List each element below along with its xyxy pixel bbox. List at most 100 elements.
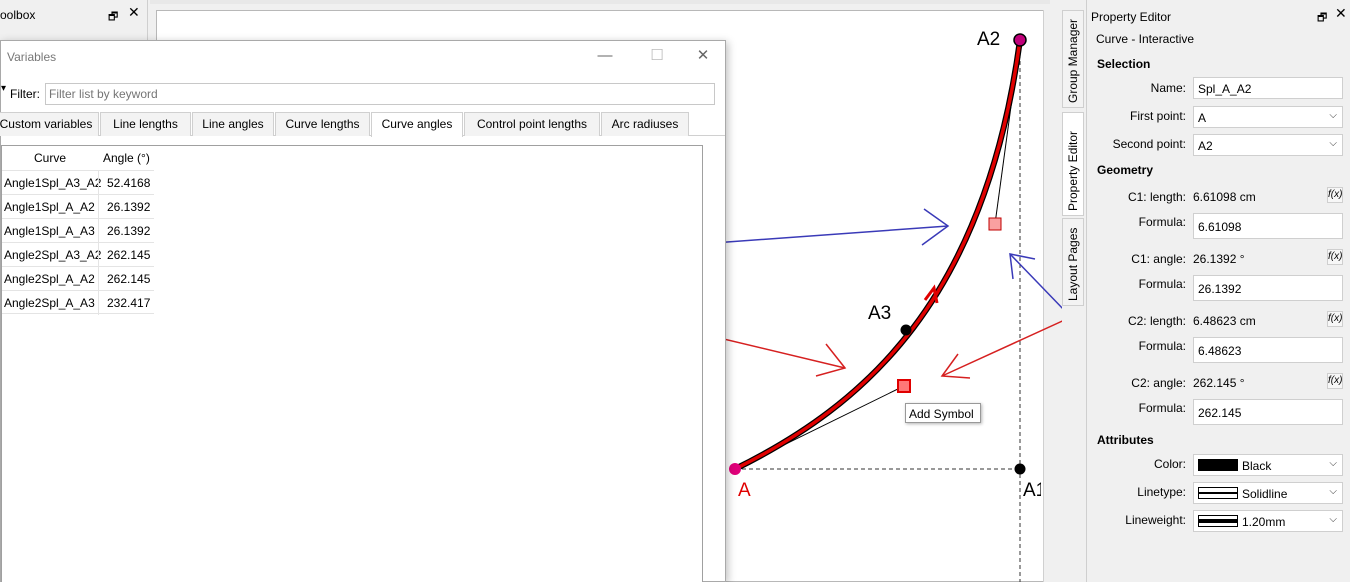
section-attributes: Attributes xyxy=(1097,433,1154,447)
control-handle-c1 xyxy=(897,379,911,393)
c2-angle-formula-field[interactable]: 262.145 xyxy=(1193,399,1343,425)
label-a1: A1 xyxy=(1023,480,1041,501)
c1-length-formula-field[interactable]: 6.61098 xyxy=(1193,213,1343,239)
float-icon[interactable]: 🗗 xyxy=(1317,9,1327,28)
table-row[interactable]: Angle1Spl_A_A3 26.1392 xyxy=(2,218,154,243)
property-editor-panel: Property Editor 🗗 ✕ Curve - Interactive … xyxy=(1086,0,1350,582)
formula-wizard-icon[interactable]: f(x) xyxy=(1327,373,1343,389)
c1-angle-label: C1: angle: xyxy=(1131,252,1186,266)
color-label: Color: xyxy=(1153,457,1186,471)
cell-angle: 26.1392 xyxy=(107,224,151,238)
color-select[interactable]: Black ⌵ xyxy=(1193,454,1343,476)
cell-curve: Angle1Spl_A_A2 xyxy=(4,200,95,214)
tab-layout-pages[interactable]: Layout Pages xyxy=(1062,218,1084,306)
table-row[interactable]: Angle2Spl_A_A2 262.145 xyxy=(2,266,154,291)
chevron-down-icon: ⌵ xyxy=(1329,514,1337,525)
formula-wizard-icon[interactable]: f(x) xyxy=(1327,249,1343,265)
tab-group-manager-label: Group Manager xyxy=(1066,18,1080,103)
column-header-curve[interactable]: Curve xyxy=(34,151,66,165)
tab-line-lengths[interactable]: Line lengths xyxy=(100,112,191,136)
lineweight-select[interactable]: 1.20mm ⌵ xyxy=(1193,510,1343,532)
table-header: Curve Angle (°) xyxy=(2,146,154,170)
cell-curve: Angle2Spl_A_A3 xyxy=(4,296,95,310)
lineweight-label: Lineweight: xyxy=(1125,513,1186,527)
chevron-down-icon: ⌵ xyxy=(1329,110,1337,121)
cell-angle: 262.145 xyxy=(107,248,151,262)
lineweight-preview-icon xyxy=(1198,515,1238,527)
property-editor-subtitle: Curve - Interactive xyxy=(1096,32,1195,46)
chevron-down-icon: ⌵ xyxy=(1329,458,1337,469)
table-row[interactable]: Angle1Spl_A_A2 26.1392 xyxy=(2,194,154,219)
color-swatch xyxy=(1198,459,1238,471)
lineweight-value: 1.20mm xyxy=(1242,515,1286,529)
cell-angle: 232.417 xyxy=(107,296,151,310)
table-row[interactable]: Angle2Spl_A3_A2 262.145 xyxy=(2,242,154,267)
tab-curve-lengths[interactable]: Curve lengths xyxy=(275,112,370,136)
linetype-value: Solidline xyxy=(1242,487,1288,501)
formula-wizard-icon[interactable]: f(x) xyxy=(1327,311,1343,327)
column-header-angle[interactable]: Angle (°) xyxy=(103,151,150,165)
point-a xyxy=(729,463,741,475)
cell-curve: Angle2Spl_A_A2 xyxy=(4,272,95,286)
c2-length-label: C2: length: xyxy=(1127,314,1186,328)
minimize-icon[interactable]: — xyxy=(587,45,623,67)
filter-input[interactable] xyxy=(45,83,715,105)
cell-angle: 262.145 xyxy=(107,272,151,286)
c1-angle-value: 26.1392 ° xyxy=(1193,252,1245,266)
color-value: Black xyxy=(1242,459,1272,473)
label-a: A xyxy=(738,480,751,501)
tab-property-editor[interactable]: Property Editor xyxy=(1062,112,1084,216)
tab-custom-variables[interactable]: Custom variables xyxy=(0,112,99,136)
c1-length-label: C1: length: xyxy=(1127,190,1186,204)
variables-title: Variables xyxy=(7,50,57,64)
point-a1 xyxy=(1014,463,1026,475)
c2-angle-formula-label: Formula: xyxy=(1138,401,1186,415)
second-point-label: Second point: xyxy=(1112,137,1186,151)
second-point-select[interactable]: A2 ⌵ xyxy=(1193,134,1343,156)
c2-angle-value: 262.145 ° xyxy=(1193,376,1245,390)
point-a3 xyxy=(900,324,912,336)
maximize-icon[interactable]: ☐ xyxy=(639,45,675,67)
label-a3: A3 xyxy=(868,303,892,324)
column-divider xyxy=(98,291,99,315)
linetype-preview-icon xyxy=(1198,487,1238,499)
c1-angle-formula-label: Formula: xyxy=(1138,277,1186,291)
column-divider xyxy=(98,219,99,243)
add-symbol-tooltip: Add Symbol xyxy=(905,403,981,423)
column-divider xyxy=(98,267,99,291)
cell-curve: Angle2Spl_A3_A2 xyxy=(4,248,102,262)
tab-arc-radiuses[interactable]: Arc radiuses xyxy=(601,112,689,136)
name-label: Name: xyxy=(1150,81,1186,95)
c1-length-formula-label: Formula: xyxy=(1138,215,1186,229)
tab-line-angles[interactable]: Line angles xyxy=(192,112,274,136)
first-point-label: First point: xyxy=(1129,109,1186,123)
curve-angles-table: Curve Angle (°) Angle1Spl_A3_A2 52.4168 … xyxy=(1,145,703,582)
filter-marker-icon: ▾ xyxy=(1,83,7,94)
chevron-down-icon: ⌵ xyxy=(1329,486,1337,497)
c1-angle-formula-field[interactable]: 26.1392 xyxy=(1193,275,1343,301)
control-handle-c2 xyxy=(988,217,1002,231)
tab-curve-angles[interactable]: Curve angles xyxy=(371,112,463,137)
chevron-down-icon: ⌵ xyxy=(1329,138,1337,149)
point-a2 xyxy=(1013,33,1027,47)
cell-curve: Angle1Spl_A3_A2 xyxy=(4,176,102,190)
close-icon[interactable]: ✕ xyxy=(1335,5,1347,22)
close-icon[interactable]: ✕ xyxy=(685,45,721,67)
formula-wizard-icon[interactable]: f(x) xyxy=(1327,187,1343,203)
name-field[interactable]: Spl_A_A2 xyxy=(1193,77,1343,99)
tab-group-manager[interactable]: Group Manager xyxy=(1062,10,1084,108)
cell-angle: 26.1392 xyxy=(107,200,151,214)
section-geometry: Geometry xyxy=(1097,163,1154,177)
cell-angle: 52.4168 xyxy=(107,176,151,190)
c2-length-formula-field[interactable]: 6.48623 xyxy=(1193,337,1343,363)
label-a2: A2 xyxy=(977,29,1001,50)
linetype-select[interactable]: Solidline ⌵ xyxy=(1193,482,1343,504)
tab-control-point-lengths[interactable]: Control point lengths xyxy=(464,112,600,136)
column-divider xyxy=(98,195,99,219)
variables-titlebar[interactable]: Variables — ☐ ✕ xyxy=(1,41,725,71)
table-row[interactable]: Angle2Spl_A_A3 232.417 xyxy=(2,290,154,315)
linetype-label: Linetype: xyxy=(1137,485,1186,499)
first-point-select[interactable]: A ⌵ xyxy=(1193,106,1343,128)
first-point-value: A xyxy=(1198,111,1207,125)
table-row[interactable]: Angle1Spl_A3_A2 52.4168 xyxy=(2,170,154,195)
